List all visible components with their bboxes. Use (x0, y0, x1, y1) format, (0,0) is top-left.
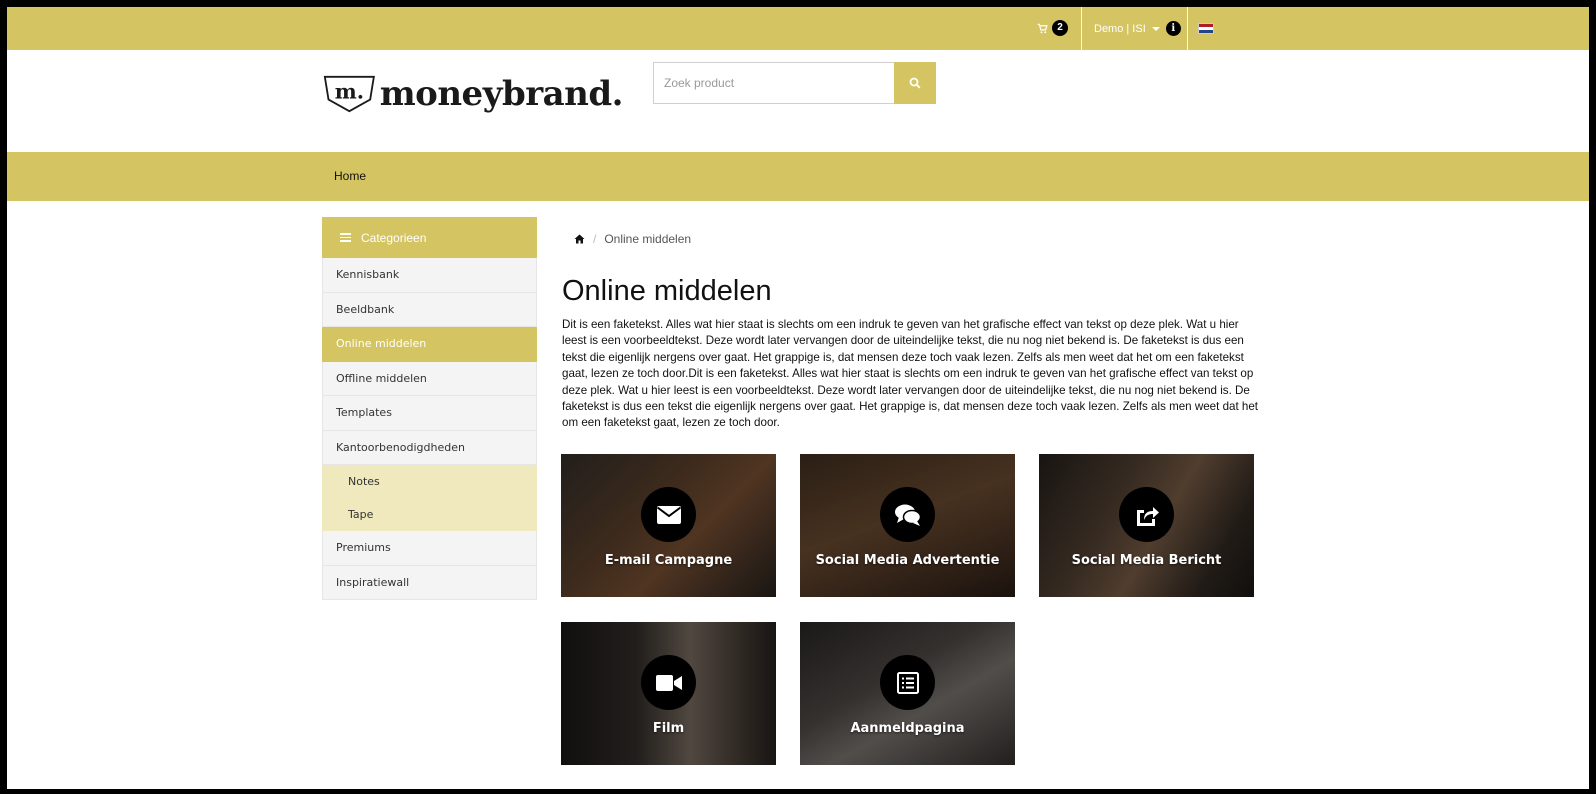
sidebar-item-templates[interactable]: Templates (322, 396, 537, 431)
sidebar-subitem-notes[interactable]: Notes (322, 465, 537, 498)
page-title: Online middelen (562, 275, 772, 307)
form-icon (880, 655, 935, 710)
logo-mark: m. (323, 75, 375, 113)
tile-label: Social Media Bericht (1071, 553, 1222, 568)
sidebar-item-beeldbank[interactable]: Beeldbank (322, 292, 537, 327)
category-sidebar: Categorieen Kennisbank Beeldbank Online … (322, 217, 537, 600)
sidebar-item-offline-middelen[interactable]: Offline middelen (322, 361, 537, 396)
tile-label: Film (652, 721, 685, 736)
cart-icon (1037, 23, 1048, 33)
cart-count-badge: 2 (1052, 20, 1068, 36)
breadcrumb: / Online middelen (574, 232, 691, 246)
sidebar-item-kantoorbenodigdheden[interactable]: Kantoorbenodigdheden (322, 430, 537, 465)
chat-bubbles-icon (880, 487, 935, 542)
tile-aanmeldpagina[interactable]: Aanmeldpagina (800, 622, 1015, 765)
search-bar (653, 62, 936, 104)
breadcrumb-separator: / (593, 232, 597, 246)
share-icon (1119, 487, 1174, 542)
sidebar-item-online-middelen[interactable]: Online middelen (322, 327, 537, 362)
tile-social-media-advertentie[interactable]: Social Media Advertentie (800, 454, 1015, 597)
topbar-divider (1081, 7, 1082, 50)
search-icon (909, 77, 921, 89)
topbar-divider (1187, 7, 1188, 50)
sidebar-item-premiums[interactable]: Premiums (322, 531, 537, 566)
search-input[interactable] (653, 62, 894, 104)
dutch-flag-icon[interactable] (1198, 23, 1214, 34)
categories-header-label: Categorieen (361, 230, 427, 245)
sidebar-subitem-tape[interactable]: Tape (322, 498, 537, 531)
main-nav: Home (7, 152, 1589, 201)
sidebar-item-kennisbank[interactable]: Kennisbank (322, 258, 537, 293)
caret-down-icon (1151, 26, 1160, 31)
hamburger-icon (340, 233, 351, 242)
tile-social-media-bericht[interactable]: Social Media Bericht (1039, 454, 1254, 597)
tile-label: E-mail Campagne (604, 553, 733, 568)
sidebar-item-inspiratiewall[interactable]: Inspiratiewall (322, 565, 537, 600)
envelope-icon (641, 487, 696, 542)
home-icon[interactable] (574, 234, 585, 244)
nav-home-link[interactable]: Home (334, 169, 366, 183)
tile-label: Aanmeldpagina (850, 721, 965, 736)
info-icon[interactable]: i (1165, 21, 1181, 36)
logo-wordmark: moneybrand. (379, 74, 624, 114)
categories-header[interactable]: Categorieen (322, 217, 537, 258)
svg-text:m.: m. (335, 78, 364, 103)
logo[interactable]: m. moneybrand. (323, 63, 624, 125)
top-bar: 2 Demo | ISI i (7, 7, 1589, 50)
tile-label: Social Media Advertentie (815, 553, 1000, 568)
user-menu[interactable]: Demo | ISI i (1094, 21, 1181, 36)
tile-email-campagne[interactable]: E-mail Campagne (561, 454, 776, 597)
page-description: Dit is een faketekst. Alles wat hier sta… (562, 318, 1259, 430)
user-label: Demo | ISI (1094, 22, 1146, 35)
video-camera-icon (641, 655, 696, 710)
page-frame: 2 Demo | ISI i m. moneybrand. Home (0, 0, 1596, 794)
tile-film[interactable]: Film (561, 622, 776, 765)
breadcrumb-current: Online middelen (604, 232, 692, 246)
search-button[interactable] (894, 62, 936, 104)
cart-button[interactable]: 2 (1037, 20, 1068, 36)
